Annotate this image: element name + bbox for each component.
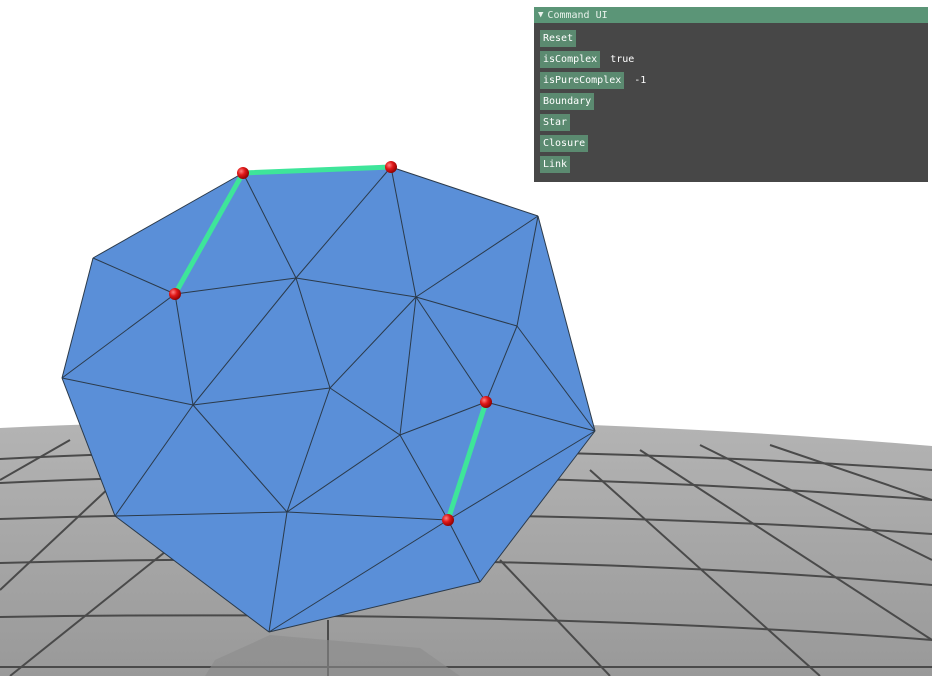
panel-body: Reset isComplex true isPureComplex -1 Bo… — [534, 23, 928, 173]
command-ui-panel: ▼ Command UI Reset isComplex true isPure… — [534, 7, 928, 182]
is-complex-button[interactable]: isComplex — [540, 51, 601, 68]
star-button[interactable]: Star — [540, 114, 571, 131]
closure-button[interactable]: Closure — [540, 135, 589, 152]
link-button[interactable]: Link — [540, 156, 571, 173]
panel-title: Command UI — [547, 9, 608, 21]
triangle-down-icon[interactable]: ▼ — [538, 10, 543, 20]
is-pure-complex-button[interactable]: isPureComplex — [540, 72, 625, 89]
reset-button[interactable]: Reset — [540, 30, 577, 47]
panel-header[interactable]: ▼ Command UI — [534, 7, 928, 23]
selected-vertex[interactable] — [480, 396, 492, 408]
is-pure-complex-value: -1 — [634, 75, 647, 86]
selected-vertex[interactable] — [237, 167, 249, 179]
selected-vertex[interactable] — [442, 514, 454, 526]
selected-vertex[interactable] — [169, 288, 181, 300]
selected-vertex[interactable] — [385, 161, 397, 173]
is-complex-value: true — [610, 54, 635, 65]
boundary-button[interactable]: Boundary — [540, 93, 595, 110]
